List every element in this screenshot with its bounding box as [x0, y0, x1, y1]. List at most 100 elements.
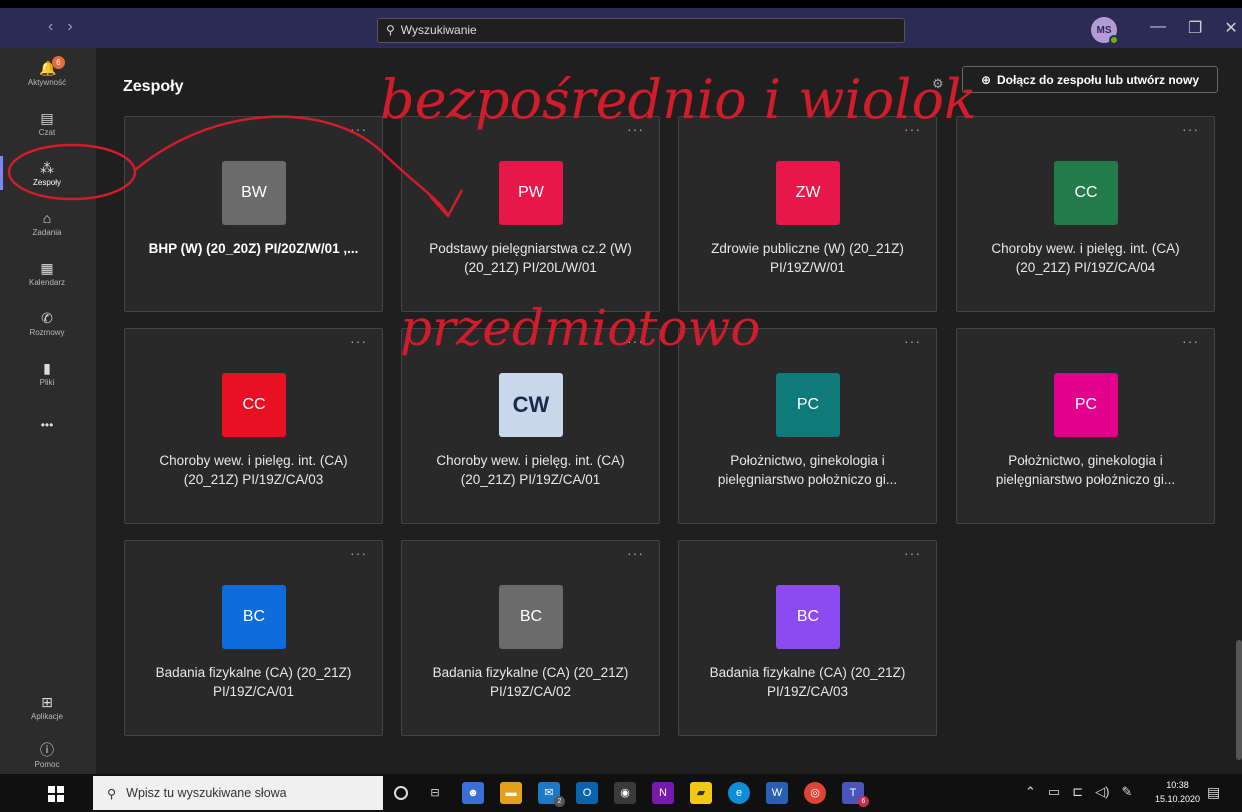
rail-item-help[interactable]: ⓘ Pomoc — [22, 742, 72, 769]
team-name: Zdrowie publiczne (W) (20_21Z) PI/19Z/W/… — [711, 241, 904, 275]
network-icon[interactable]: ⊏ — [1072, 784, 1083, 800]
team-name: Położnictwo, ginekologia i pielęgniarstw… — [717, 453, 898, 487]
more-options-button[interactable]: ··· — [627, 545, 644, 561]
team-avatar: CC — [222, 373, 286, 437]
maximize-button[interactable]: ❐ — [1188, 18, 1202, 38]
search-input[interactable]: ⚲ Wyszukiwanie — [377, 18, 905, 43]
team-card[interactable]: ··· BC Badania fizykalne (CA) (20_21Z) P… — [401, 540, 660, 736]
minimize-button[interactable]: — — [1150, 18, 1166, 38]
activity-badge: 6 — [52, 56, 65, 69]
rail-item-label: Czat — [38, 128, 56, 137]
team-name: BHP (W) (20_20Z) PI/20Z/W/01 ,... — [148, 241, 359, 256]
team-card[interactable]: ··· PC Położnictwo, ginekologia i pielęg… — [956, 328, 1215, 524]
team-name: Choroby wew. i pielęg. int. (CA) (20_21Z… — [436, 453, 625, 487]
rail-item-label: Kalendarz — [28, 278, 66, 287]
page-title: Zespoły — [123, 78, 184, 95]
taskbar-search-placeholder: Wpisz tu wyszukiwane słowa — [126, 786, 287, 800]
app-bar: 🔔 6 Aktywność ▤ Czat ⁂ Zespoły ⌂ Zadania… — [0, 48, 96, 774]
teams-taskbar-icon[interactable]: T6 — [842, 782, 869, 807]
people-icon[interactable]: ☻ — [462, 782, 484, 804]
team-card[interactable]: ··· PW Podstawy pielęgniarstwa cz.2 (W) … — [401, 116, 660, 312]
window-controls: — ❐ ✕ — [1150, 18, 1238, 38]
rail-item-label: Aplikacje — [30, 712, 63, 721]
outlook-icon[interactable]: O — [576, 782, 598, 804]
more-options-button[interactable]: ··· — [1182, 121, 1199, 137]
camera-icon[interactable]: ◉ — [614, 782, 636, 804]
assignments-icon: ⌂ — [42, 210, 52, 226]
team-avatar: PW — [499, 161, 563, 225]
rail-item-calls[interactable]: ✆ Rozmowy — [22, 310, 72, 337]
team-name: Badania fizykalne (CA) (20_21Z) PI/19Z/C… — [709, 665, 906, 699]
volume-icon[interactable]: ◁) — [1095, 784, 1109, 800]
battery-icon[interactable]: ▭ — [1048, 784, 1060, 800]
more-options-button[interactable]: ··· — [350, 121, 367, 137]
windows-start-icon[interactable] — [48, 786, 64, 802]
scrollbar[interactable] — [1236, 640, 1242, 760]
more-options-button[interactable]: ··· — [627, 121, 644, 137]
task-view-icon[interactable]: ⊟ — [424, 782, 446, 804]
notification-center-icon[interactable]: ▤ — [1207, 784, 1220, 801]
rail-item-assignments[interactable]: ⌂ Zadania — [22, 210, 72, 237]
help-icon: ⓘ — [40, 742, 54, 758]
more-options-button[interactable]: ··· — [904, 333, 921, 349]
edge-icon[interactable]: e — [728, 782, 750, 804]
pen-icon[interactable]: ✎ — [1121, 784, 1132, 800]
onenote-icon[interactable]: N — [652, 782, 674, 804]
rail-item-label: Aktywność — [27, 78, 67, 87]
close-button[interactable]: ✕ — [1224, 18, 1237, 38]
team-card[interactable]: ··· BW BHP (W) (20_20Z) PI/20Z/W/01 ,... — [124, 116, 383, 312]
rail-item-label: Zespoły — [32, 178, 61, 187]
file-icon: ▮ — [43, 360, 51, 376]
back-button[interactable]: ‹ — [48, 18, 53, 36]
file-explorer-icon[interactable]: ▬ — [500, 782, 522, 804]
avatar[interactable]: MS — [1091, 17, 1119, 45]
team-card[interactable]: ··· PC Położnictwo, ginekologia i pielęg… — [678, 328, 937, 524]
more-apps-button[interactable]: ••• — [22, 418, 72, 432]
chrome-icon[interactable]: ◎ — [804, 782, 826, 804]
rail-item-label: Pliki — [39, 378, 55, 387]
team-card[interactable]: ··· CW Choroby wew. i pielęg. int. (CA) … — [401, 328, 660, 524]
more-options-button[interactable]: ··· — [1182, 333, 1199, 349]
system-clock[interactable]: 10:38 15.10.2020 — [1155, 778, 1200, 806]
apps-icon: ⊞ — [41, 694, 53, 710]
rail-item-chat[interactable]: ▤ Czat — [22, 110, 72, 137]
chevron-up-icon[interactable]: ⌃ — [1025, 784, 1036, 800]
team-card[interactable]: ··· BC Badania fizykalne (CA) (20_21Z) P… — [124, 540, 383, 736]
join-or-create-team-button[interactable]: ⊕ Dołącz do zespołu lub utwórz nowy — [962, 66, 1218, 93]
rail-item-files[interactable]: ▮ Pliki — [22, 360, 72, 387]
windows-taskbar: ⚲ Wpisz tu wyszukiwane słowa ⊟ ☻ ▬ ✉ 2 O … — [0, 774, 1242, 812]
more-options-button[interactable]: ··· — [627, 333, 644, 349]
clock-time: 10:38 — [1166, 780, 1189, 790]
forward-button[interactable]: › — [67, 18, 72, 36]
more-options-button[interactable]: ··· — [904, 545, 921, 561]
avatar-initials: MS — [1096, 24, 1112, 36]
more-options-button[interactable]: ··· — [350, 333, 367, 349]
settings-icon[interactable]: ⚙ — [932, 76, 944, 92]
team-card[interactable]: ··· ZW Zdrowie publiczne (W) (20_21Z) PI… — [678, 116, 937, 312]
team-card[interactable]: ··· CC Choroby wew. i pielęg. int. (CA) … — [956, 116, 1215, 312]
cortana-icon[interactable] — [394, 786, 408, 800]
rail-item-teams[interactable]: ⁂ Zespoły — [0, 156, 72, 190]
mail-badge: 2 — [554, 796, 565, 807]
rail-item-apps[interactable]: ⊞ Aplikacje — [22, 694, 72, 721]
team-avatar: BC — [499, 585, 563, 649]
team-card[interactable]: ··· CC Choroby wew. i pielęg. int. (CA) … — [124, 328, 383, 524]
rail-item-calendar[interactable]: ▦ Kalendarz — [22, 260, 72, 287]
sticky-notes-icon[interactable]: ▰ — [690, 782, 712, 804]
presence-status-icon — [1109, 35, 1119, 45]
calendar-icon: ▦ — [40, 260, 54, 276]
team-name: Choroby wew. i pielęg. int. (CA) (20_21Z… — [991, 241, 1180, 275]
mail-icon[interactable]: ✉ 2 — [538, 782, 565, 807]
more-options-button[interactable]: ··· — [350, 545, 367, 561]
search-icon: ⚲ — [386, 23, 395, 37]
rail-item-activity[interactable]: 🔔 6 Aktywność — [22, 56, 72, 87]
team-avatar: ZW — [776, 161, 840, 225]
taskbar-search-input[interactable]: ⚲ Wpisz tu wyszukiwane słowa — [93, 776, 383, 810]
team-name: Podstawy pielęgniarstwa cz.2 (W) (20_21Z… — [429, 241, 632, 275]
team-avatar: BC — [222, 585, 286, 649]
phone-icon: ✆ — [41, 310, 53, 326]
word-icon[interactable]: W — [766, 782, 788, 804]
team-card[interactable]: ··· BC Badania fizykalne (CA) (20_21Z) P… — [678, 540, 937, 736]
more-options-button[interactable]: ··· — [904, 121, 921, 137]
team-avatar: CW — [499, 373, 563, 437]
